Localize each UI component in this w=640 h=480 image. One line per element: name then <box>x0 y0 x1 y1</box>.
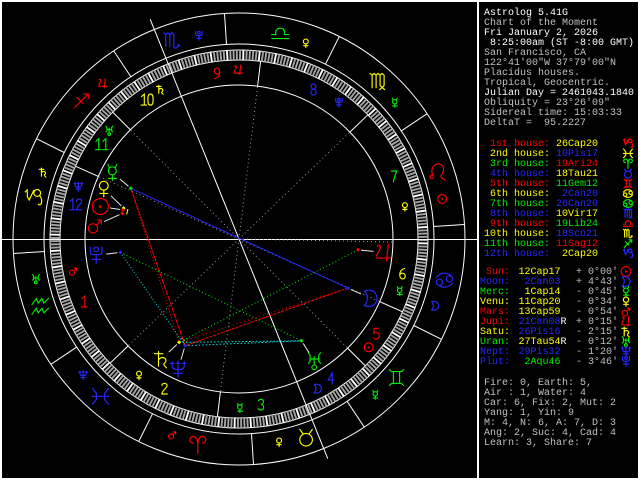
svg-text:DeltaT = 95.2227: DeltaT = 95.2227 <box>484 117 586 129</box>
svg-text:Plut:: Plut: <box>480 356 510 368</box>
svg-text:12th house:: 12th house: <box>484 248 550 260</box>
svg-text:2Aqu46: 2Aqu46 <box>519 357 561 368</box>
svg-text:R: R <box>561 337 567 348</box>
svg-text:Learn: 3, Share: 7: Learn: 3, Share: 7 <box>484 437 592 449</box>
svg-text:- 3°46': - 3°46' <box>576 356 618 368</box>
svg-text:R: R <box>561 317 567 328</box>
svg-text:2Cap20: 2Cap20 <box>562 249 598 260</box>
